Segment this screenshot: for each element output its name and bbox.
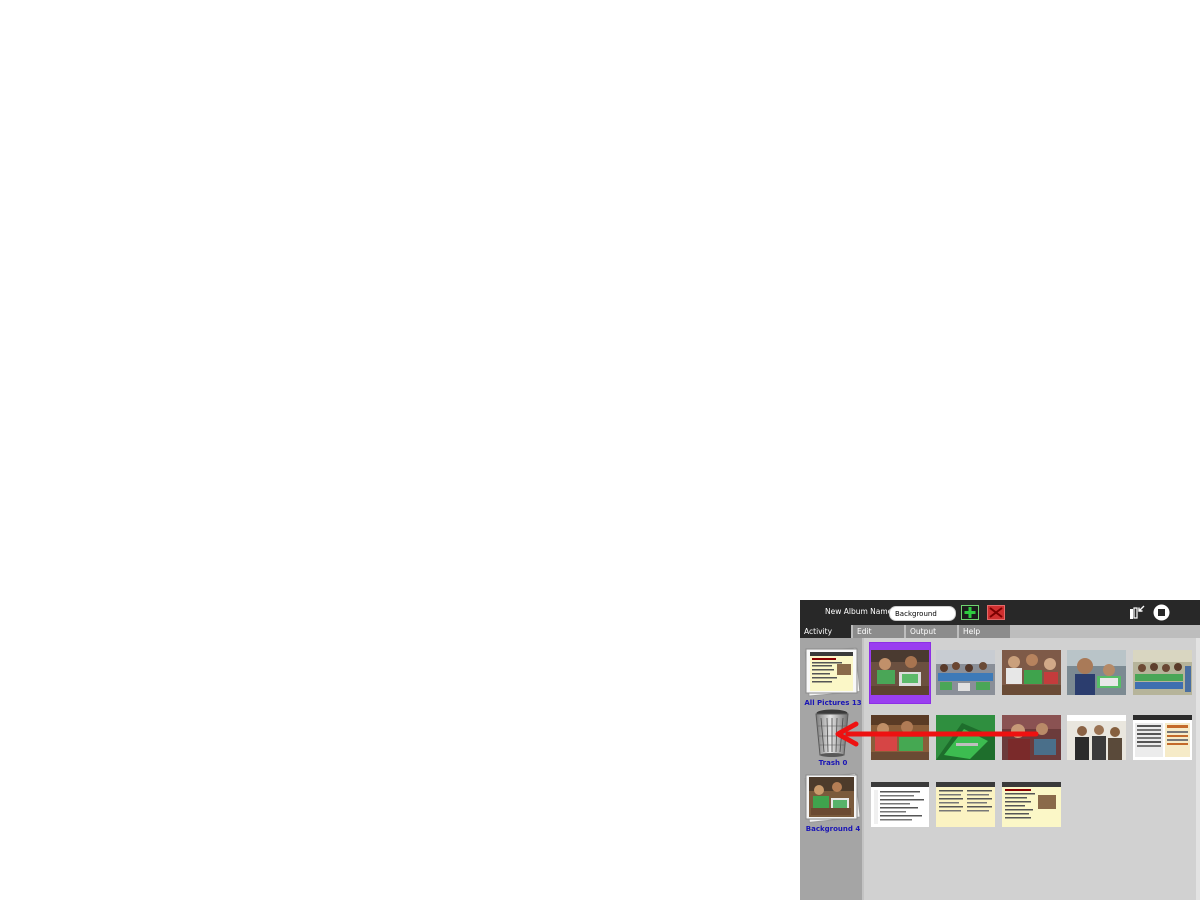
photo-thumbnail-9[interactable] [1067,715,1126,760]
album-name-input[interactable] [889,606,956,621]
album-label-trash: Trash 0 [818,759,848,767]
tab-activity[interactable]: Activity [800,625,852,638]
album-background[interactable]: Background 4 [800,772,862,833]
tab-help[interactable]: Help [959,625,1011,638]
fullscreen-button[interactable] [1128,604,1146,621]
photo-thumbnail-10[interactable] [1133,715,1192,760]
fullscreen-icon [1130,605,1145,619]
photo-thumbnail-4[interactable] [1067,650,1126,695]
tab-bar: Activity Edit Output Help [800,625,1200,638]
photo-thumbnail-12[interactable] [936,782,995,827]
vertical-scrollbar[interactable] [1196,638,1200,900]
album-sidebar: All Pictures 13 Trash 0 Background 4 [800,638,864,900]
album-label-all-pictures: All Pictures 13 [804,699,862,707]
stop-icon [1153,604,1170,621]
album-stack-icon [804,772,860,823]
album-all-pictures[interactable]: All Pictures 13 [800,646,862,707]
photo-grid [864,638,1196,900]
photo-thumbnail-5[interactable] [1133,650,1192,695]
stop-button[interactable] [1153,604,1170,621]
album-name-label: New Album Name: [825,607,895,616]
green-plus-icon [961,605,979,620]
photo-album-window: New Album Name: Background Activity Edit… [800,600,1200,900]
photo-thumbnail-11[interactable] [871,782,929,827]
drag-arrow-icon [835,721,1039,747]
tab-output[interactable]: Output [906,625,958,638]
tab-edit[interactable]: Edit [853,625,905,638]
photo-thumbnail-1[interactable] [871,650,929,695]
photo-thumbnail-13[interactable] [1002,782,1061,827]
toolbar: New Album Name: [800,600,1200,625]
remove-album-button[interactable] [987,605,1005,620]
photo-thumbnail-3[interactable] [1002,650,1061,695]
album-label-background: Background 4 [805,825,861,833]
photo-thumbnail-2[interactable] [936,650,995,695]
album-stack-icon [804,647,860,697]
red-x-icon [987,605,1005,620]
add-album-button[interactable] [961,605,979,620]
